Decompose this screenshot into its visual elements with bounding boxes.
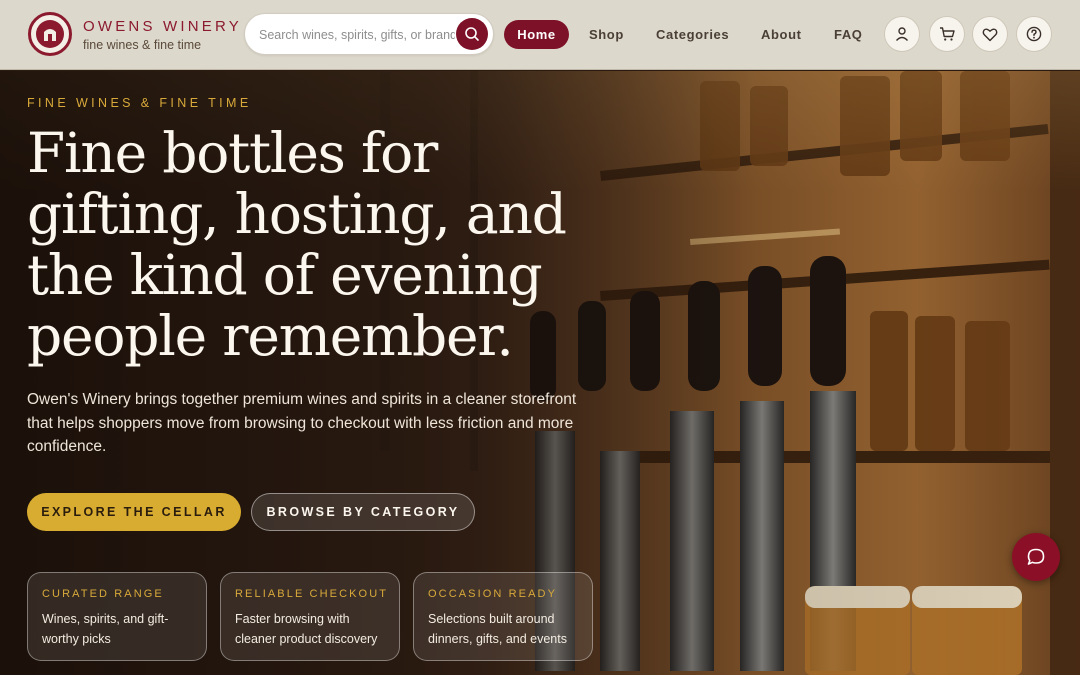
feature-text: Wines, spirits, and gift-worthy picks — [42, 612, 169, 646]
wishlist-button[interactable] — [972, 16, 1008, 52]
hero-headline: Fine bottles for gifting, hosting, and t… — [27, 121, 567, 368]
site-header: OWENS WINERY fine wines & fine time Home… — [0, 0, 1080, 70]
hero-eyebrow: FINE WINES & FINE TIME — [27, 96, 252, 110]
brand-tagline: fine wines & fine time — [83, 38, 202, 52]
nav-faq[interactable]: FAQ — [834, 20, 863, 49]
hero-subcopy: Owen's Winery brings together premium wi… — [27, 391, 577, 455]
heart-icon — [982, 28, 998, 41]
explore-cellar-button[interactable]: EXPLORE THE CELLAR — [27, 493, 241, 531]
cart-button[interactable] — [929, 16, 965, 52]
nav-categories[interactable]: Categories — [656, 20, 729, 49]
nav-home[interactable]: Home — [504, 20, 569, 49]
search-icon — [465, 27, 479, 41]
nav-shop[interactable]: Shop — [589, 20, 624, 49]
hero-section: FINE WINES & FINE TIME Fine bottles for … — [0, 71, 1080, 675]
feature-card-curated: CURATED RANGE Wines, spirits, and gift-w… — [27, 572, 207, 661]
cart-icon — [939, 27, 955, 41]
help-button[interactable] — [1016, 16, 1052, 52]
wine-cellar-logo-icon — [36, 20, 64, 48]
feature-title: OCCASION READY — [428, 588, 558, 600]
feature-card-occasion: OCCASION READY Selections built around d… — [413, 572, 593, 661]
nav-about[interactable]: About — [761, 20, 802, 49]
chat-button[interactable] — [1012, 533, 1060, 581]
user-icon — [895, 27, 909, 41]
search-input[interactable] — [259, 25, 455, 45]
help-icon — [1026, 26, 1042, 42]
feature-text: Faster browsing with cleaner product dis… — [235, 612, 378, 646]
feature-text: Selections built around dinners, gifts, … — [428, 612, 567, 646]
feature-title: RELIABLE CHECKOUT — [235, 588, 389, 600]
search-bar — [244, 13, 494, 55]
account-button[interactable] — [884, 16, 920, 52]
brand-logo[interactable] — [28, 12, 72, 56]
feature-title: CURATED RANGE — [42, 588, 164, 600]
feature-card-checkout: RELIABLE CHECKOUT Faster browsing with c… — [220, 572, 400, 661]
brand-name[interactable]: OWENS WINERY — [83, 18, 242, 35]
browse-category-button[interactable]: BROWSE BY CATEGORY — [251, 493, 475, 531]
search-button[interactable] — [456, 18, 488, 50]
chat-bubble-icon — [1027, 548, 1045, 565]
